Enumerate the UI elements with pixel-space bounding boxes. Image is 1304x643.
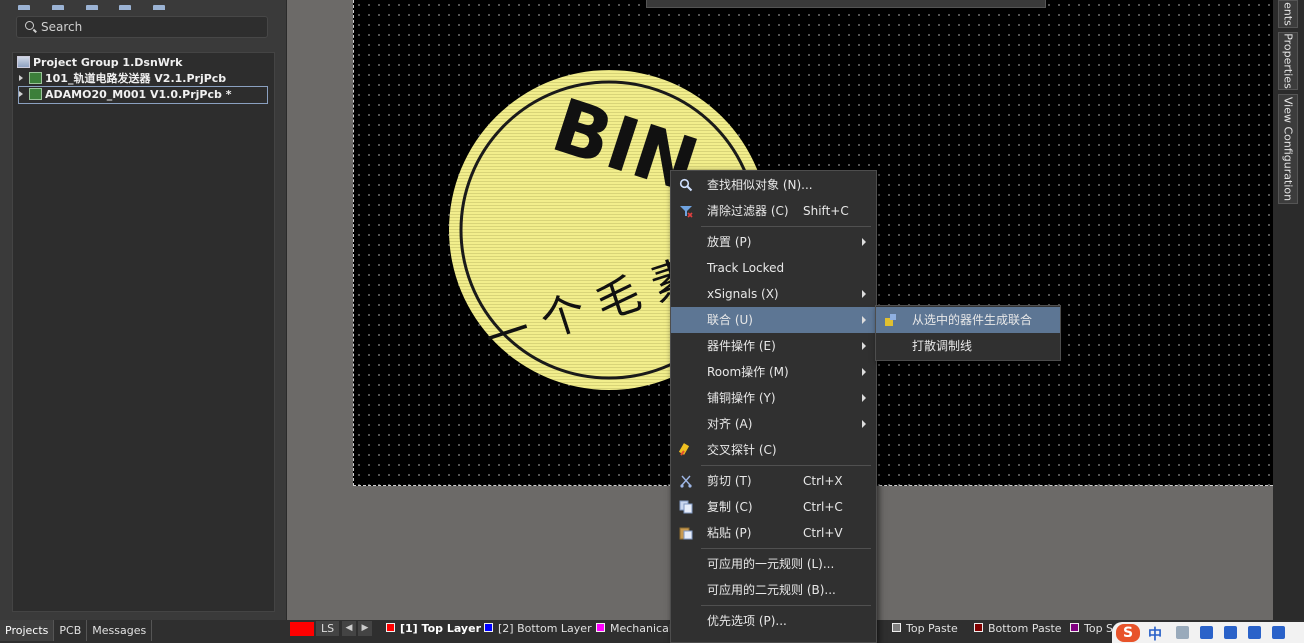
pcb-project-icon <box>29 88 42 100</box>
layer-tab-mechanical[interactable]: Mechanical <box>594 620 672 637</box>
menu-separator <box>701 605 871 606</box>
submenu-arrow-icon <box>862 342 866 350</box>
panel-toolbar <box>0 0 286 10</box>
submenu-arrow-icon <box>862 368 866 376</box>
menu-item-xsignals[interactable]: xSignals (X) <box>671 281 876 307</box>
union-icon <box>885 314 896 326</box>
tab-properties[interactable]: Properties <box>1278 32 1298 90</box>
menu-item-unary-rules[interactable]: 可应用的一元规则 (L)... <box>671 551 876 577</box>
menu-item-clear-filter[interactable]: 清除过滤器 (C) Shift+C <box>671 198 876 224</box>
skin-icon[interactable] <box>1248 626 1261 639</box>
menu-item-align[interactable]: 对齐 (A) <box>671 411 876 437</box>
menu-item-preferences[interactable]: 优先选项 (P)... <box>671 608 876 634</box>
menu-item-copy[interactable]: 复制 (C) Ctrl+C <box>671 494 876 520</box>
layer-tab-top-paste[interactable]: Top Paste <box>890 620 958 637</box>
menu-item-cut[interactable]: 剪切 (T) Ctrl+X <box>671 468 876 494</box>
layer-color-swatch <box>974 623 983 632</box>
menu-item-paste[interactable]: 粘贴 (P) Ctrl+V <box>671 520 876 546</box>
current-layer-swatch[interactable] <box>290 622 314 636</box>
menu-item-place[interactable]: 放置 (P) <box>671 229 876 255</box>
ime-language-toggle[interactable]: 中 <box>1148 624 1162 643</box>
pcb-project-icon <box>29 72 42 84</box>
menu-separator <box>701 548 871 549</box>
layer-color-swatch <box>596 623 605 632</box>
toolbar-icon[interactable] <box>51 5 64 10</box>
menu-separator <box>701 465 871 466</box>
expand-arrow-icon[interactable] <box>19 75 23 81</box>
tree-item-project[interactable]: 101_轨道电路发送器 V2.1.PrjPcb <box>19 71 226 87</box>
layer-color-swatch <box>484 623 493 632</box>
tab-projects[interactable]: Projects <box>0 620 55 641</box>
menu-item-component-actions[interactable]: 器件操作 (E) <box>671 333 876 359</box>
layer-tab-bottom[interactable]: [2] Bottom Layer <box>482 620 592 637</box>
menu-item-break-union[interactable]: 打散调制线 <box>876 333 1060 359</box>
expand-arrow-icon[interactable] <box>19 91 23 97</box>
layer-color-swatch <box>892 623 901 632</box>
toolbar-icon[interactable] <box>85 5 98 10</box>
layer-color-swatch <box>1070 623 1079 632</box>
sogou-logo-icon[interactable]: S <box>1116 624 1140 642</box>
submenu-arrow-icon <box>862 290 866 298</box>
active-bar[interactable] <box>646 0 1046 8</box>
paste-icon <box>679 527 693 540</box>
toolbar-icon[interactable] <box>119 5 132 10</box>
search-box[interactable] <box>16 16 268 38</box>
context-menu: 查找相似对象 (N)... 清除过滤器 (C) Shift+C 放置 (P) T… <box>670 170 877 643</box>
search-input[interactable] <box>41 19 261 35</box>
layer-tab-top-solder[interactable]: Top S <box>1068 620 1113 637</box>
panel-tabs: Projects PCB Messages <box>0 620 286 643</box>
workspace-icon <box>17 56 30 68</box>
menu-item-union[interactable]: 联合 (U) <box>671 307 876 333</box>
submenu-arrow-icon <box>862 420 866 428</box>
cross-probe-icon <box>679 443 690 456</box>
tab-view-configuration[interactable]: View Configuration <box>1278 94 1298 204</box>
scissors-icon <box>680 475 692 488</box>
scroll-left-icon[interactable]: ◀ <box>342 621 356 636</box>
submenu-arrow-icon <box>862 316 866 324</box>
keyboard-icon[interactable] <box>1224 626 1237 639</box>
clear-filter-icon <box>680 206 693 218</box>
layer-color-swatch <box>386 623 395 632</box>
ime-toolbar: S 中 <box>1112 622 1304 643</box>
tree-item-workspace[interactable]: Project Group 1.DsnWrk <box>17 55 182 71</box>
punctuation-icon[interactable] <box>1176 626 1189 639</box>
projects-panel: Project Group 1.DsnWrk 101_轨道电路发送器 V2.1.… <box>0 0 286 643</box>
gear-icon[interactable] <box>153 5 166 10</box>
copy-icon <box>679 500 693 514</box>
menu-item-room-actions[interactable]: Room操作 (M) <box>671 359 876 385</box>
union-submenu: 从选中的器件生成联合 打散调制线 <box>875 305 1061 361</box>
search-icon <box>25 21 34 30</box>
layer-set-button[interactable]: LS <box>316 621 340 636</box>
menu-item-binary-rules[interactable]: 可应用的二元规则 (B)... <box>671 577 876 603</box>
menu-item-track-locked[interactable]: Track Locked <box>671 255 876 281</box>
tab-pcb[interactable]: PCB <box>54 620 88 641</box>
menu-separator <box>701 226 871 227</box>
menu-item-create-union[interactable]: 从选中的器件生成联合 <box>876 307 1060 333</box>
scroll-right-icon[interactable]: ▶ <box>358 621 372 636</box>
magnifier-icon <box>679 178 693 192</box>
right-dock: ents Properties View Configuration <box>1273 0 1304 620</box>
tab-messages[interactable]: Messages <box>87 620 153 641</box>
layer-tab-bottom-paste[interactable]: Bottom Paste <box>972 620 1062 637</box>
menu-item-cross-probe[interactable]: 交叉探针 (C) <box>671 437 876 463</box>
toolbox-icon[interactable] <box>1272 626 1285 639</box>
tab-components[interactable]: ents <box>1278 0 1298 28</box>
submenu-arrow-icon <box>862 238 866 246</box>
microphone-icon[interactable] <box>1200 626 1213 639</box>
tree-item-project-selected[interactable]: ADAMO20_M001 V1.0.PrjPcb * <box>18 86 268 104</box>
submenu-arrow-icon <box>862 394 866 402</box>
menu-item-polygon-actions[interactable]: 铺铜操作 (Y) <box>671 385 876 411</box>
menu-item-find-similar[interactable]: 查找相似对象 (N)... <box>671 172 876 198</box>
layer-tab-top[interactable]: [1] Top Layer <box>384 620 481 637</box>
project-tree: Project Group 1.DsnWrk 101_轨道电路发送器 V2.1.… <box>12 52 275 612</box>
toolbar-icon[interactable] <box>18 5 30 10</box>
